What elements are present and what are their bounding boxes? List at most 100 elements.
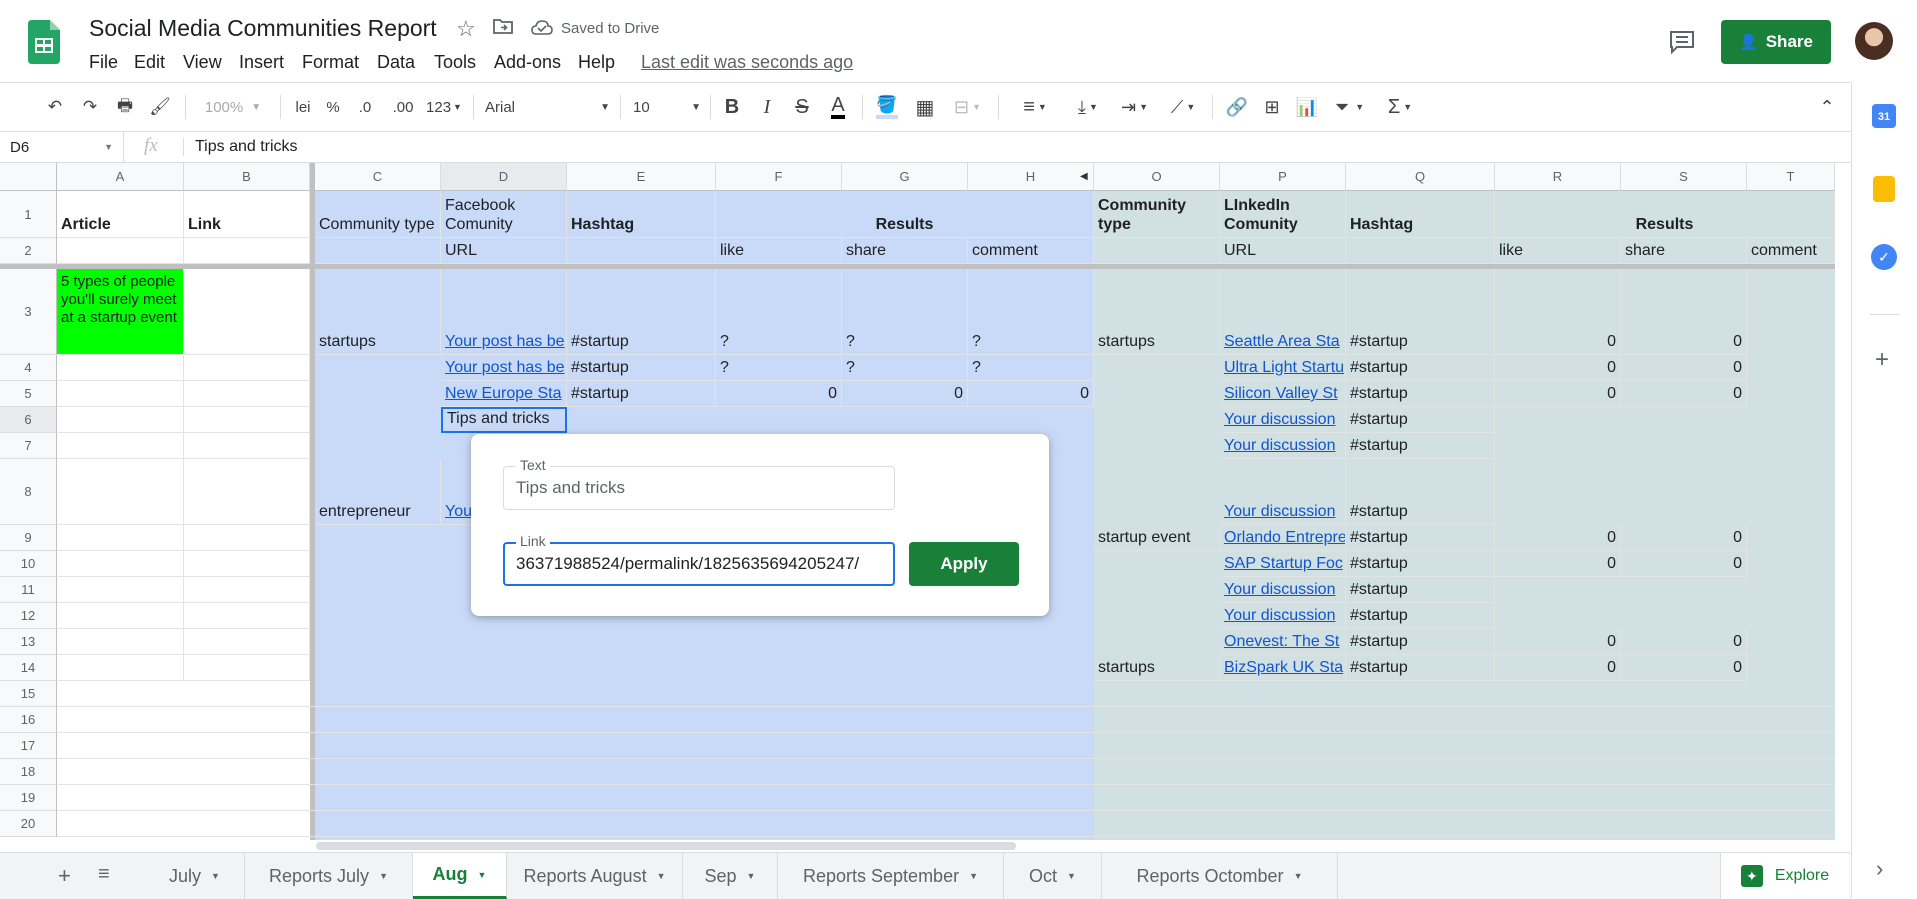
decrease-decimal-button[interactable]: .0	[350, 83, 380, 131]
cell[interactable]: startups	[1094, 655, 1220, 681]
cell[interactable]: LInkedIn Comunity	[1220, 191, 1346, 238]
add-sheet-icon[interactable]: +	[58, 863, 71, 889]
menu-file[interactable]: File	[89, 52, 118, 73]
row-header[interactable]: 14	[0, 655, 57, 681]
cell[interactable]	[57, 629, 184, 655]
more-formats-button[interactable]: 123 ▼	[423, 83, 465, 131]
share-button[interactable]: 👤 Share	[1721, 20, 1831, 64]
row-header[interactable]: 5	[0, 381, 57, 407]
cell[interactable]: comment	[968, 238, 1094, 264]
cell[interactable]: 0	[968, 381, 1094, 407]
explore-button[interactable]: ✦ Explore	[1720, 853, 1849, 899]
comments-icon[interactable]	[1669, 30, 1695, 55]
column-header[interactable]: F	[716, 163, 842, 191]
cell[interactable]: 0	[1621, 269, 1747, 355]
column-header[interactable]: O	[1094, 163, 1220, 191]
cell[interactable]: #startup	[1346, 629, 1495, 655]
cell[interactable]: startups	[315, 269, 441, 355]
cell[interactable]: URL	[1220, 238, 1346, 264]
link-cell[interactable]: Your discussion	[1220, 603, 1346, 629]
horizontal-align-icon[interactable]: ≡ ▼	[1015, 83, 1055, 131]
row-header[interactable]: 9	[0, 525, 57, 551]
cell[interactable]: 0	[1621, 355, 1747, 381]
menu-edit[interactable]: Edit	[134, 52, 165, 73]
cell[interactable]: ?	[842, 355, 968, 381]
sheet-tab-reports-september[interactable]: Reports September ▼	[778, 853, 1004, 899]
cell[interactable]	[57, 603, 184, 629]
cell[interactable]: Hashtag	[567, 191, 716, 238]
text-rotation-icon[interactable]: ⟋ ▼	[1162, 83, 1204, 131]
cell[interactable]: #startup	[1346, 407, 1495, 433]
cell[interactable]	[315, 238, 441, 264]
add-addon-icon[interactable]: +	[1875, 346, 1889, 374]
cell[interactable]: 0	[1495, 551, 1621, 577]
insert-chart-icon[interactable]: 📊	[1292, 83, 1322, 131]
cell[interactable]: startup event	[1094, 525, 1220, 551]
cell[interactable]: Community type	[315, 191, 441, 238]
bold-icon[interactable]: B	[717, 83, 747, 131]
cell[interactable]: 0	[1495, 381, 1621, 407]
insert-link-icon[interactable]: 🔗	[1222, 83, 1252, 131]
cell[interactable]	[57, 355, 184, 381]
cell[interactable]: 0	[1495, 629, 1621, 655]
cell[interactable]: #startup	[567, 381, 716, 407]
menu-tools[interactable]: Tools	[434, 52, 476, 73]
name-box[interactable]: D6 ▼	[0, 132, 124, 162]
cell[interactable]: Hashtag	[1346, 191, 1495, 238]
row-header[interactable]: 16	[0, 707, 57, 733]
cell[interactable]	[184, 407, 310, 433]
cell[interactable]: #startup	[1346, 577, 1495, 603]
column-header[interactable]: P	[1220, 163, 1346, 191]
cell[interactable]	[184, 381, 310, 407]
link-cell[interactable]: Your discussion	[1220, 407, 1346, 433]
cell[interactable]	[57, 655, 184, 681]
filter-icon[interactable]: ⏷ ▼	[1327, 83, 1372, 131]
cell[interactable]	[184, 551, 310, 577]
row-header[interactable]: 17	[0, 733, 57, 759]
apply-button[interactable]: Apply	[909, 542, 1019, 586]
move-folder-icon[interactable]	[493, 18, 513, 34]
row-header[interactable]: 15	[0, 681, 57, 707]
vertical-align-icon[interactable]: ⤓ ▼	[1068, 83, 1108, 131]
link-cell[interactable]: Your discussion	[1220, 577, 1346, 603]
keep-icon[interactable]	[1873, 176, 1895, 202]
link-cell[interactable]: Your discussion	[1220, 459, 1346, 525]
horizontal-scrollbar[interactable]	[310, 840, 1850, 852]
row-header[interactable]: 18	[0, 759, 57, 785]
cell[interactable]: #startup	[1346, 551, 1495, 577]
insert-comment-icon[interactable]: ⊞	[1257, 83, 1287, 131]
link-cell[interactable]: Seattle Area Sta	[1220, 269, 1346, 355]
cell[interactable]: ?	[842, 269, 968, 355]
cell[interactable]: URL	[441, 238, 567, 264]
cell[interactable]: startups	[1094, 269, 1220, 355]
cell[interactable]: 0	[716, 381, 842, 407]
font-size-select[interactable]: 10 ▼	[633, 83, 701, 131]
cell[interactable]	[57, 433, 184, 459]
redo-icon[interactable]: ↷	[75, 83, 105, 131]
cell[interactable]	[57, 381, 184, 407]
cell[interactable]	[184, 238, 310, 264]
cell[interactable]: #startup	[1346, 355, 1495, 381]
cell[interactable]: ?	[968, 269, 1094, 355]
all-sheets-icon[interactable]: ≡	[98, 863, 110, 886]
cell[interactable]	[57, 407, 184, 433]
sheet-tab-reports-august[interactable]: Reports August ▼	[507, 853, 683, 899]
print-icon[interactable]: 🖶	[110, 83, 140, 131]
cell[interactable]: share	[842, 238, 968, 264]
cell[interactable]	[184, 629, 310, 655]
cell[interactable]: entrepreneur	[315, 459, 441, 525]
cell[interactable]: 0	[1621, 629, 1747, 655]
link-field[interactable]: Link 36371988524/permalink/1825635694205…	[503, 533, 895, 586]
cell[interactable]: comment	[1747, 238, 1835, 264]
sheet-tab-reports-july[interactable]: Reports July ▼	[245, 853, 413, 899]
cell[interactable]	[57, 551, 184, 577]
row-header[interactable]: 3	[0, 269, 57, 355]
zoom-select[interactable]: 100% ▼	[198, 83, 268, 131]
cell[interactable]: 0	[1621, 655, 1747, 681]
cell[interactable]	[57, 238, 184, 264]
cell[interactable]	[184, 355, 310, 381]
cell[interactable]: ?	[716, 355, 842, 381]
column-header[interactable]: B	[184, 163, 310, 191]
fill-color-icon[interactable]: 🪣	[872, 83, 902, 131]
link-cell[interactable]: BizSpark UK Sta	[1220, 655, 1346, 681]
